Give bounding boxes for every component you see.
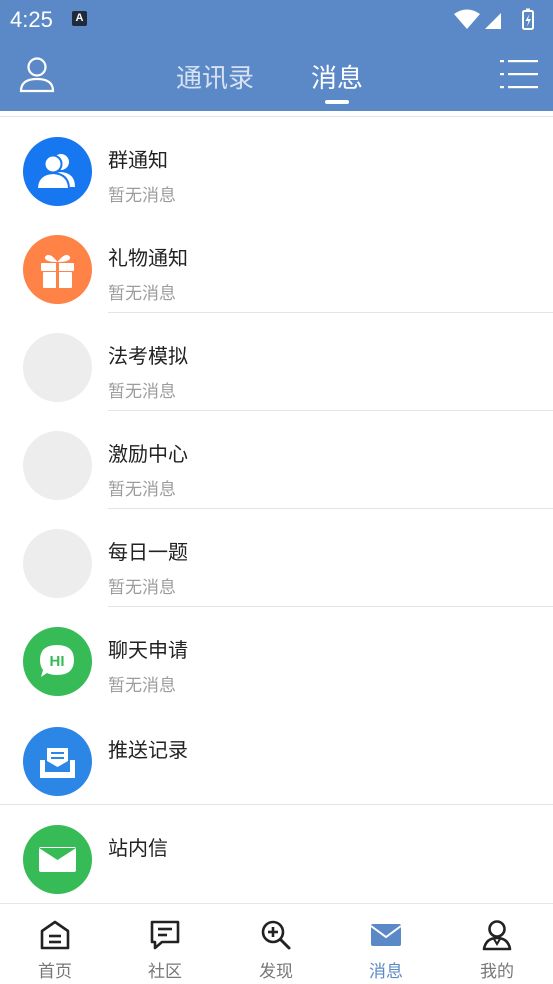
top-tabs: 通讯录 消息 — [160, 38, 400, 111]
list-item-incentive-center[interactable]: 激励中心 暂无消息 — [0, 411, 553, 509]
list-menu-icon — [500, 60, 538, 89]
notification-badge: A — [72, 11, 87, 26]
nav-label: 消息 — [369, 962, 403, 982]
item-subtitle: 暂无消息 — [108, 382, 176, 402]
envelope-icon — [370, 924, 402, 946]
item-subtitle: 暂无消息 — [108, 284, 176, 304]
list-item-push-records[interactable]: 推送记录 — [0, 707, 553, 805]
mail-icon — [23, 825, 92, 894]
list-item-site-mail[interactable]: 站内信 — [0, 805, 553, 903]
nav-label: 社区 — [148, 962, 182, 982]
zoom-in-icon — [261, 920, 291, 950]
menu-button[interactable] — [500, 58, 540, 92]
header: 通讯录 消息 — [0, 38, 553, 111]
item-title: 法考模拟 — [108, 344, 188, 368]
list-item-gift-notice[interactable]: 礼物通知 暂无消息 — [0, 215, 553, 313]
nav-label: 发现 — [259, 962, 293, 982]
item-title: 每日一题 — [108, 540, 188, 564]
battery-icon — [522, 8, 534, 30]
person-icon — [482, 920, 512, 951]
list-item-daily-question[interactable]: 每日一题 暂无消息 — [0, 509, 553, 607]
inbox-icon — [23, 727, 92, 796]
nav-messages[interactable]: 消息 — [331, 904, 441, 984]
user-icon — [19, 57, 55, 93]
placeholder-avatar-icon — [23, 431, 92, 500]
placeholder-avatar-icon — [23, 529, 92, 598]
status-icons — [453, 7, 543, 31]
app-bar: 4:25 A 通讯录 消息 — [0, 0, 553, 111]
user-profile-button[interactable] — [18, 55, 56, 93]
signal-icon — [485, 13, 501, 29]
group-icon — [23, 137, 92, 206]
item-title: 站内信 — [108, 836, 168, 860]
list-item-chat-request[interactable]: HI 聊天申请 暂无消息 — [0, 607, 553, 705]
list-item-exam-simulation[interactable]: 法考模拟 暂无消息 — [0, 313, 553, 411]
item-title: 聊天申请 — [108, 638, 188, 662]
status-bar: 4:25 A — [0, 0, 553, 38]
gift-icon — [23, 235, 92, 304]
nav-community[interactable]: 社区 — [110, 904, 220, 984]
item-title: 礼物通知 — [108, 246, 188, 270]
bottom-navigation: 首页 社区 发现 消息 我的 — [0, 903, 553, 984]
nav-mine[interactable]: 我的 — [442, 904, 552, 984]
item-title: 激励中心 — [108, 442, 188, 466]
item-subtitle: 暂无消息 — [108, 480, 176, 500]
item-subtitle: 暂无消息 — [108, 186, 176, 206]
hi-chat-icon: HI — [23, 627, 92, 696]
item-title: 推送记录 — [108, 738, 188, 762]
chat-bubble-icon — [150, 920, 180, 950]
placeholder-avatar-icon — [23, 333, 92, 402]
nav-label: 我的 — [480, 962, 514, 982]
message-list: 群通知 暂无消息 礼物通知 暂无消息 法考模拟 暂无消息 激励中心 暂无消息 每… — [0, 111, 553, 903]
item-title: 群通知 — [108, 148, 168, 172]
item-subtitle: 暂无消息 — [108, 676, 176, 696]
tab-contacts[interactable]: 通讯录 — [176, 58, 254, 95]
status-time: 4:25 — [10, 7, 53, 32]
nav-discover[interactable]: 发现 — [221, 904, 331, 984]
hi-text: HI — [50, 653, 65, 670]
tab-indicator — [325, 100, 349, 104]
nav-label: 首页 — [38, 962, 72, 982]
tab-messages[interactable]: 消息 — [311, 58, 363, 95]
home-icon — [40, 920, 70, 950]
list-item-group-notice[interactable]: 群通知 暂无消息 — [0, 117, 553, 215]
wifi-icon — [454, 9, 480, 29]
item-subtitle: 暂无消息 — [108, 578, 176, 598]
nav-home[interactable]: 首页 — [0, 904, 110, 984]
